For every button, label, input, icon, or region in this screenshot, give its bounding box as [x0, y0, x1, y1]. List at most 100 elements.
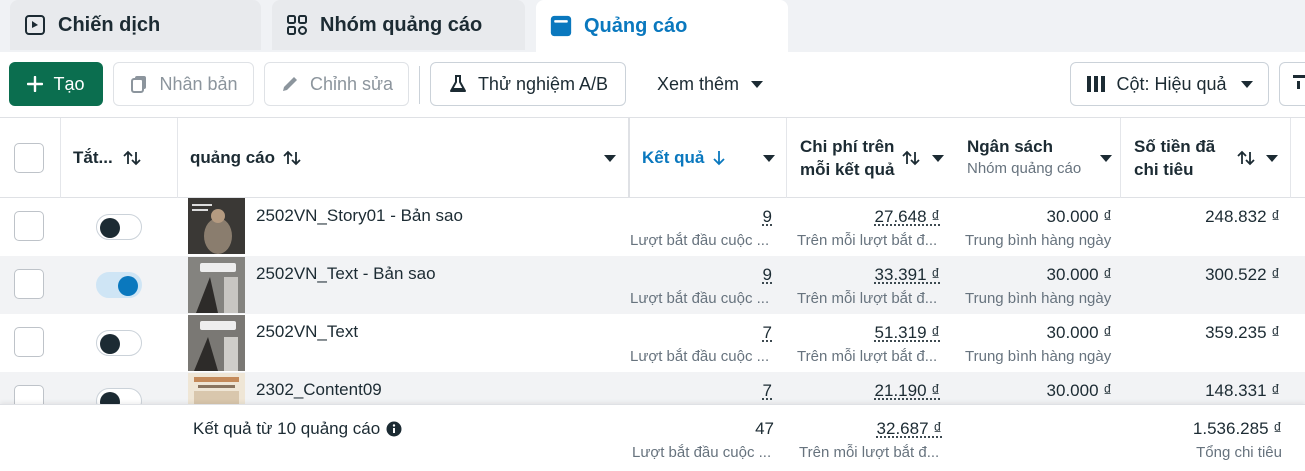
ad-toggle[interactable]: [96, 214, 142, 240]
cost-per-result-caption: Trên mỗi lượt bắt đ...: [797, 232, 945, 249]
column-divider: [177, 118, 178, 198]
ad-name[interactable]: 2502VN_Text - Bản sao: [256, 264, 436, 284]
table-row[interactable]: 2502VN_Text - Bản sao 9 Lượt bắt đầu cuộ…: [0, 256, 1305, 314]
sort-icon: [1237, 150, 1255, 166]
column-divider: [786, 118, 787, 198]
chevron-down-icon[interactable]: [1266, 155, 1278, 162]
row-checkbox[interactable]: [14, 211, 44, 241]
header-toggle[interactable]: Tắt...: [73, 118, 173, 198]
create-button[interactable]: Tạo: [9, 62, 103, 106]
toggle-knob: [118, 276, 138, 296]
tab-label: Nhóm quảng cáo: [320, 14, 482, 37]
header-budget-sub: Nhóm quảng cáo: [967, 158, 1081, 180]
ad-window-icon: [550, 15, 572, 37]
budget-caption: Trung bình hàng ngày: [965, 290, 1115, 307]
columns-icon: [1086, 75, 1106, 93]
total-cpr-caption: Trên mỗi lượt bắt đ...: [799, 444, 945, 461]
spent-value: 300.522 ₫: [1130, 265, 1280, 285]
ab-test-button[interactable]: Thử nghiệm A/B: [430, 62, 626, 106]
spent-value: 248.832 ₫: [1130, 207, 1280, 227]
cost-per-result-caption: Trên mỗi lượt bắt đ...: [797, 348, 945, 365]
total-cost-per-result: 32.687 ₫: [790, 419, 942, 439]
campaign-flag-icon: [24, 14, 46, 36]
create-label: Tạo: [53, 74, 84, 95]
duplicate-button[interactable]: Nhân bản: [113, 62, 254, 106]
header-spent-line2: chi tiêu: [1134, 158, 1215, 181]
row-checkbox[interactable]: [14, 269, 44, 299]
chevron-down-icon: [751, 81, 763, 88]
ad-name[interactable]: 2302_Content09: [256, 380, 382, 400]
budget-value: 30.000 ₫: [960, 323, 1112, 343]
header-spent-line1: Số tiền đã: [1134, 135, 1215, 158]
table-row[interactable]: 2502VN_Story01 - Bản sao 9 Lượt bắt đầu …: [0, 198, 1305, 256]
header-ad-name[interactable]: quảng cáo: [190, 118, 620, 198]
header-amount-spent[interactable]: Số tiền đã chi tiêu: [1134, 118, 1280, 198]
header-budget[interactable]: Ngân sách Nhóm quảng cáo: [967, 118, 1112, 198]
tab-bar: Chiến dịch Nhóm quảng cáo Quảng cáo: [0, 0, 1305, 52]
tab-ads[interactable]: Quảng cáo: [536, 0, 788, 52]
edit-button[interactable]: Chỉnh sửa: [264, 62, 409, 106]
breakdown-button[interactable]: [1279, 62, 1305, 106]
ad-thumbnail: [188, 373, 245, 404]
ad-toggle[interactable]: [96, 272, 142, 298]
column-divider: [60, 118, 61, 198]
results-value: 7: [630, 323, 772, 343]
tab-ad-sets[interactable]: Nhóm quảng cáo: [272, 0, 525, 50]
breakdown-icon: [1292, 73, 1305, 96]
column-divider: [1290, 118, 1291, 198]
columns-label: Cột: Hiệu quả: [1116, 74, 1226, 95]
sort-icon: [902, 150, 920, 166]
table-row[interactable]: 2302_Content09 7 21.190 ₫ 30.000 ₫ 148.3…: [0, 372, 1305, 404]
budget-caption: Trung bình hàng ngày: [965, 348, 1115, 365]
cost-per-result-value: 27.648 ₫: [790, 207, 940, 227]
ab-test-label: Thử nghiệm A/B: [478, 74, 608, 95]
sort-icon: [283, 150, 301, 166]
chevron-down-icon[interactable]: [1100, 155, 1112, 162]
info-icon[interactable]: [386, 421, 402, 437]
select-all-checkbox[interactable]: [14, 143, 44, 173]
sort-down-icon: [712, 150, 726, 166]
chevron-down-icon[interactable]: [932, 155, 944, 162]
ad-toggle[interactable]: [96, 330, 142, 356]
results-caption: Lượt bắt đầu cuộc ...: [630, 290, 772, 307]
chevron-down-icon[interactable]: [763, 155, 775, 162]
spent-value: 359.235 ₫: [1130, 323, 1280, 343]
column-divider: [1120, 118, 1121, 198]
more-label: Xem thêm: [657, 74, 739, 95]
header-ad-label: quảng cáo: [190, 148, 275, 168]
total-results-caption: Lượt bắt đầu cuộc ...: [632, 444, 774, 461]
duplicate-label: Nhân bản: [159, 74, 237, 95]
ad-toggle[interactable]: [96, 388, 142, 404]
ad-name[interactable]: 2502VN_Text: [256, 322, 358, 342]
ad-thumbnail: [188, 257, 245, 313]
ad-name[interactable]: 2502VN_Story01 - Bản sao: [256, 206, 463, 226]
budget-value: 30.000 ₫: [960, 207, 1112, 227]
total-results: 47: [630, 419, 774, 439]
header-budget-label: Ngân sách: [967, 136, 1081, 158]
table-row[interactable]: 2502VN_Text 7 Lượt bắt đầu cuộc ... 51.3…: [0, 314, 1305, 372]
edit-label: Chỉnh sửa: [310, 74, 393, 95]
total-spent-caption: Tổng chi tiêu: [1120, 444, 1282, 461]
ad-thumbnail: [188, 198, 245, 254]
budget-value: 30.000 ₫: [960, 381, 1112, 401]
toggle-knob: [100, 334, 120, 354]
results-caption: Lượt bắt đầu cuộc ...: [630, 348, 772, 365]
toolbar-divider: [419, 66, 420, 104]
budget-value: 30.000 ₫: [960, 265, 1112, 285]
tab-campaigns[interactable]: Chiến dịch: [10, 0, 261, 50]
summary-label-text: Kết quả từ 10 quảng cáo: [193, 419, 380, 439]
header-results[interactable]: Kết quả: [642, 118, 778, 198]
spent-value: 148.331 ₫: [1130, 381, 1280, 401]
cost-per-result-caption: Trên mỗi lượt bắt đ...: [797, 290, 945, 307]
more-button[interactable]: Xem thêm: [645, 62, 775, 106]
chevron-down-icon[interactable]: [604, 155, 616, 162]
columns-button[interactable]: Cột: Hiệu quả: [1070, 62, 1269, 106]
sort-icon: [123, 150, 141, 166]
row-checkbox[interactable]: [14, 385, 44, 404]
header-cpr-line2: mỗi kết quả: [800, 158, 894, 181]
summary-label: Kết quả từ 10 quảng cáo: [193, 419, 402, 439]
header-cpr-line1: Chi phí trên: [800, 135, 894, 158]
ads-table: Tắt... quảng cáo Kết quả Chi phí trên mỗ…: [0, 118, 1305, 471]
header-cost-per-result[interactable]: Chi phí trên mỗi kết quả: [800, 118, 946, 198]
row-checkbox[interactable]: [14, 327, 44, 357]
